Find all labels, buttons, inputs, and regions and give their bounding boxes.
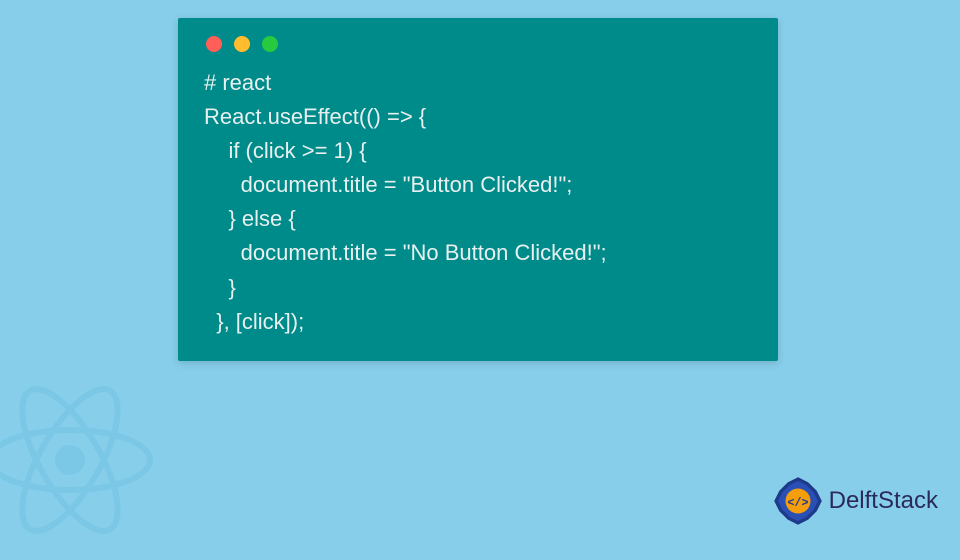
code-line: } — [204, 275, 236, 300]
code-block: # react React.useEffect(() => { if (clic… — [204, 66, 752, 339]
code-line: if (click >= 1) { — [204, 138, 367, 163]
code-line: document.title = "Button Clicked!"; — [204, 172, 572, 197]
window-controls — [204, 36, 752, 52]
code-line: # react — [204, 70, 271, 95]
svg-text:</>: </> — [787, 496, 808, 510]
brand-name: DelftStack — [829, 487, 938, 515]
code-line: } else { — [204, 206, 296, 231]
watermark-icon — [0, 360, 170, 560]
code-line: document.title = "No Button Clicked!"; — [204, 240, 607, 265]
code-window: # react React.useEffect(() => { if (clic… — [178, 18, 778, 361]
logo-badge-icon: </> — [773, 476, 823, 526]
brand-logo: </> DelftStack — [773, 476, 938, 526]
code-line: }, [click]); — [204, 309, 304, 334]
maximize-icon — [262, 36, 278, 52]
close-icon — [206, 36, 222, 52]
minimize-icon — [234, 36, 250, 52]
code-line: React.useEffect(() => { — [204, 104, 426, 129]
